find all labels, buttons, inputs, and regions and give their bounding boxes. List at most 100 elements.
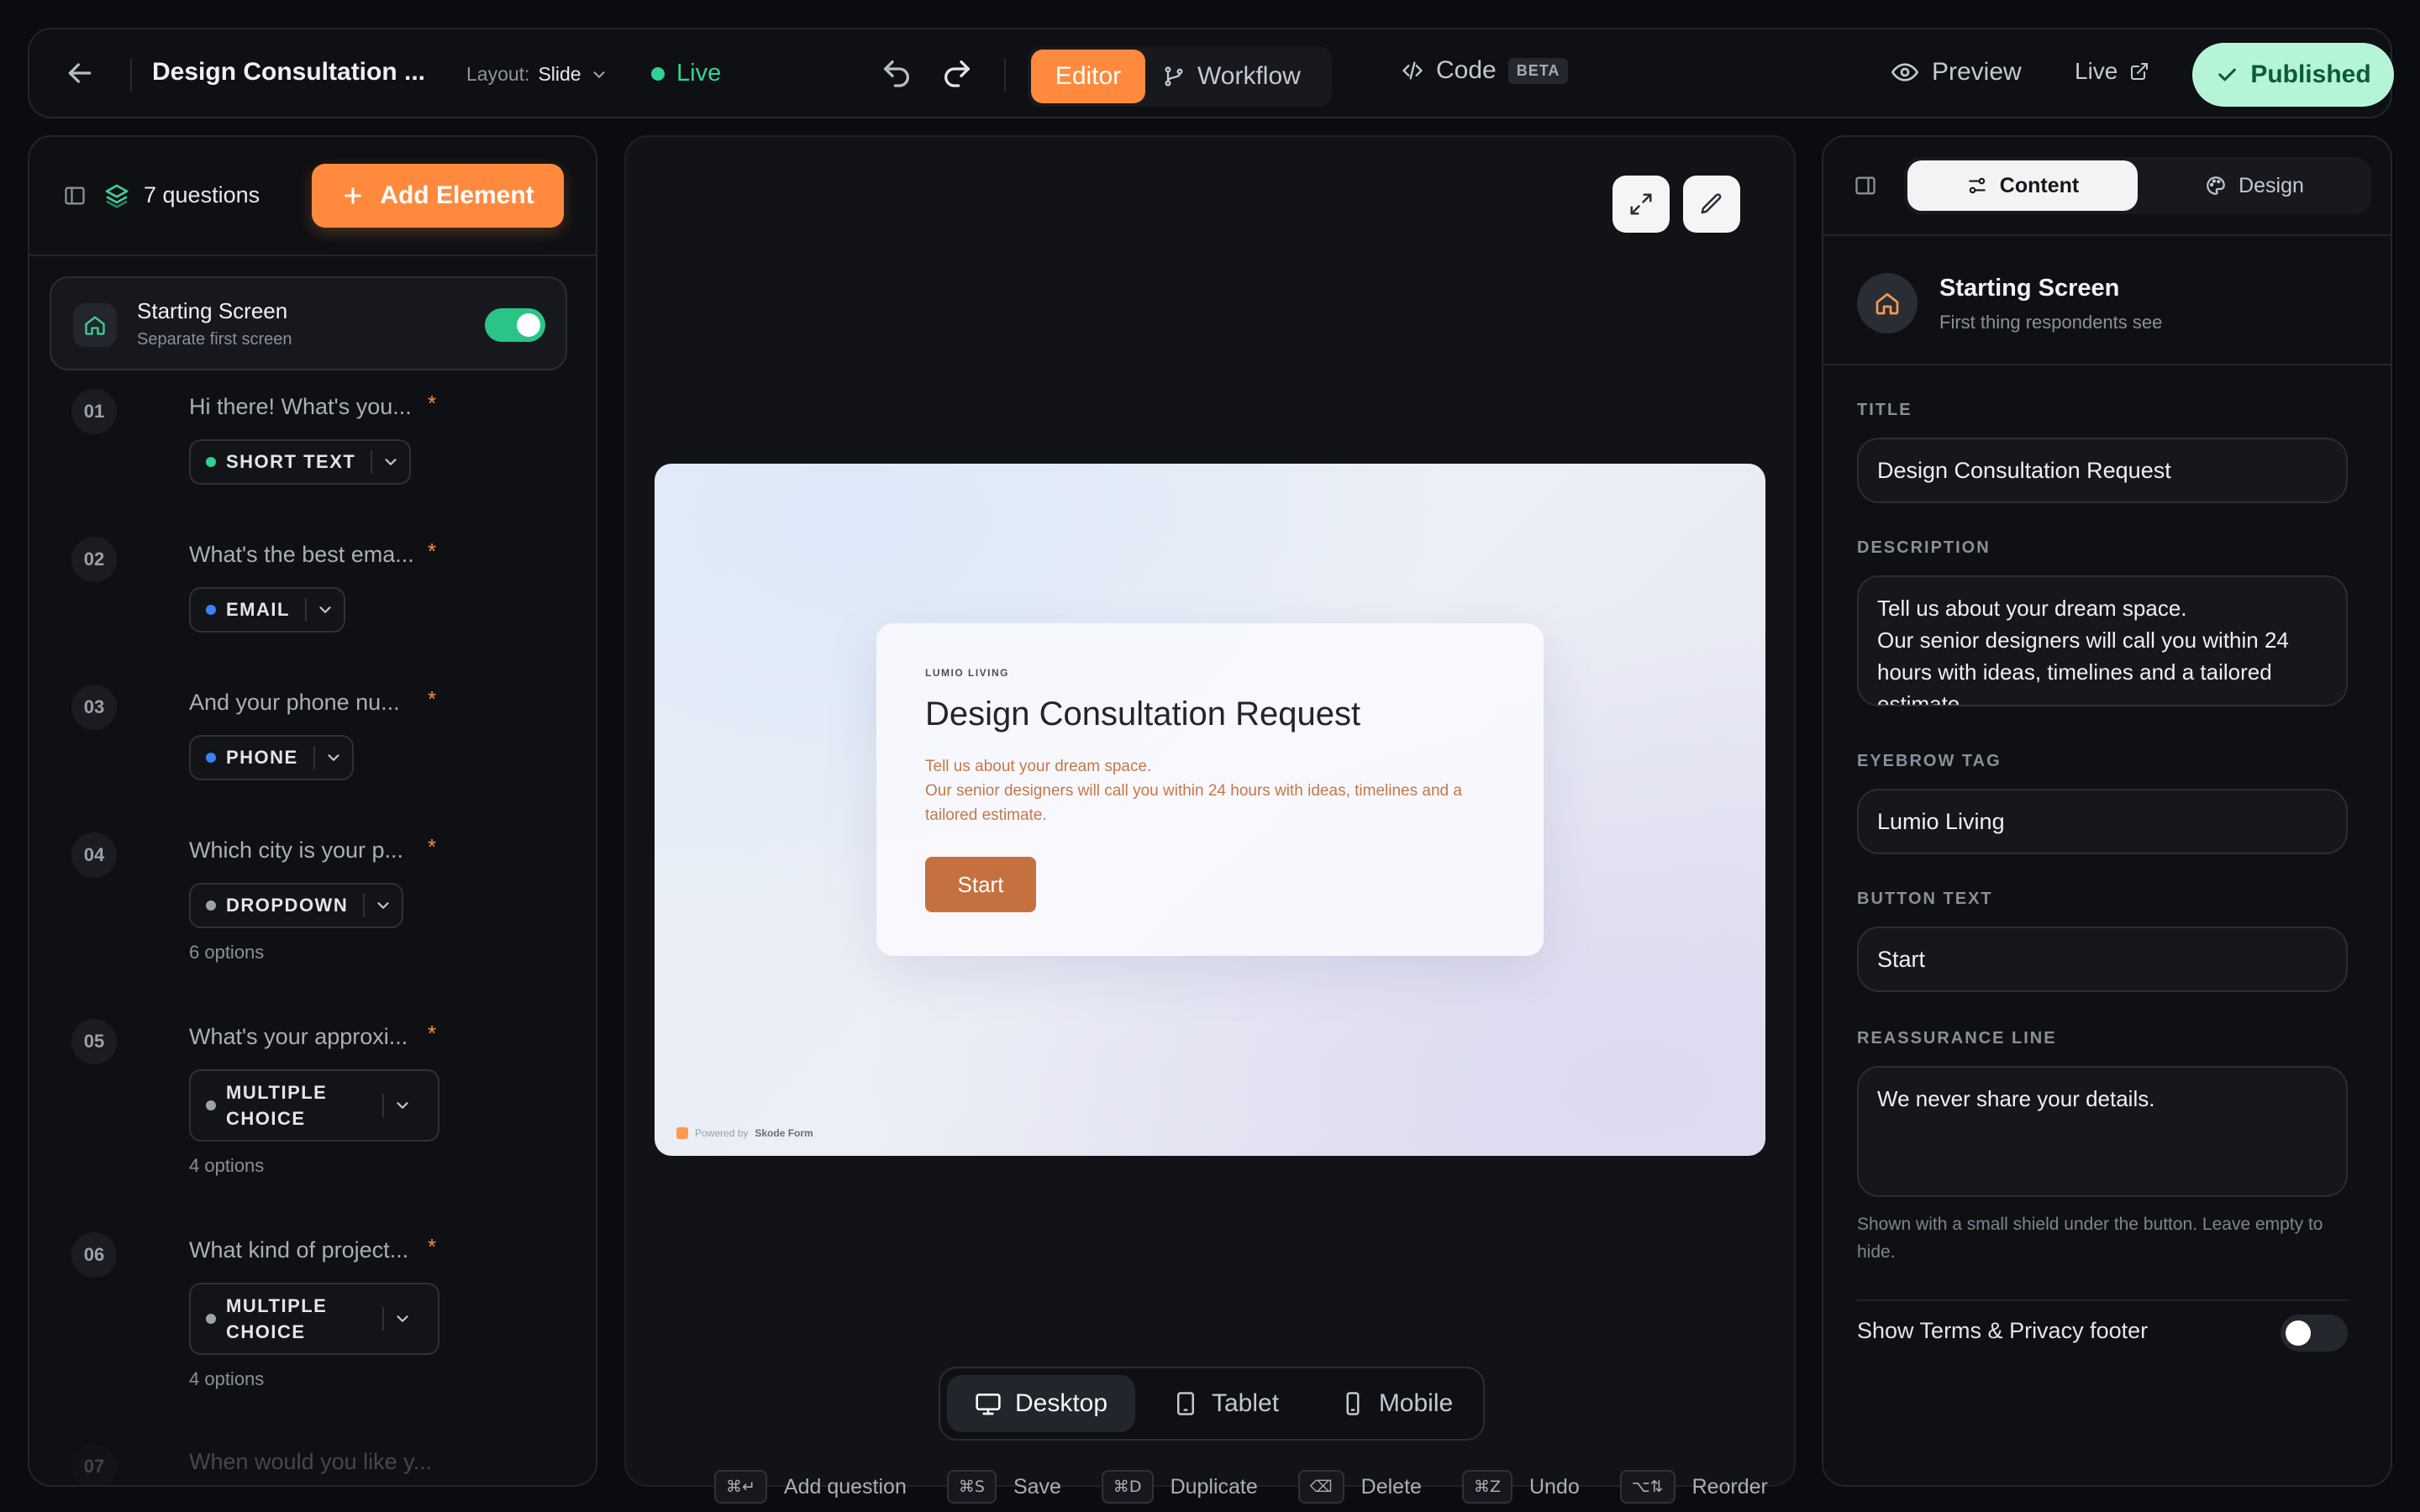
eyebrow-field[interactable]: Lumio Living <box>1857 789 2348 854</box>
device-tablet-label: Tablet <box>1211 1389 1280 1417</box>
reassurance-hint: Shown with a small shield under the butt… <box>1857 1215 2323 1262</box>
description-field[interactable]: Tell us about your dream space. Our seni… <box>1857 575 2348 706</box>
required-marker: * <box>428 538 437 564</box>
question-text: And your phone nu... <box>189 690 400 715</box>
phone-icon <box>1346 1392 1360 1415</box>
question-text: Hi there! What's you... <box>189 394 412 419</box>
inspector-tabs: Content Design <box>1904 157 2371 214</box>
starting-screen-card[interactable]: Starting Screen Separate first screen <box>50 276 567 370</box>
terms-toggle[interactable] <box>2281 1315 2348 1352</box>
redo-icon[interactable] <box>940 56 974 90</box>
question-number: 05 <box>71 1019 117 1064</box>
live-dot-icon <box>651 66 665 81</box>
starting-screen-subtitle: Separate first screen <box>137 330 292 349</box>
tab-content[interactable]: Content <box>1907 160 2138 211</box>
option-count: 6 options <box>189 942 265 963</box>
option-count: 4 options <box>189 1368 265 1389</box>
question-type: PHONE <box>226 747 298 768</box>
shortcut-item: ⌘S Save <box>946 1470 1061 1504</box>
preview-description: Tell us about your dream space. Our seni… <box>925 758 1462 824</box>
add-element-button[interactable]: Add Element <box>312 164 564 228</box>
powered-brand: Skode Form <box>755 1127 813 1139</box>
inspector-panel: Content Design Starting Screen First thi… <box>1822 135 2392 1487</box>
layout-selector[interactable]: Layout: Slide <box>466 63 608 86</box>
question-type-selector[interactable]: DROPDOWN <box>189 883 404 928</box>
undo-icon[interactable] <box>880 56 913 90</box>
shortcut-key: ⌫ <box>1297 1470 1344 1504</box>
question-number: 06 <box>71 1232 117 1278</box>
title-field[interactable]: Design Consultation Request <box>1857 438 2348 503</box>
top-bar: Design Consultation ... Layout: Slide Li… <box>28 28 2394 118</box>
sidebar-toggle-icon[interactable] <box>63 184 87 207</box>
beta-badge: BETA <box>1507 57 1569 84</box>
expand-icon[interactable] <box>1612 176 1670 233</box>
sidebar-header: 7 questions Add Element <box>29 137 596 256</box>
layers-icon <box>103 182 130 209</box>
device-tablet[interactable]: Tablet <box>1150 1375 1302 1432</box>
published-button[interactable]: Published <box>2192 43 2394 107</box>
title-label: TITLE <box>1857 401 1912 419</box>
tab-design[interactable]: Design <box>2141 160 2368 211</box>
divider <box>1857 1299 2348 1301</box>
mode-switcher: Editor Workflow <box>1028 46 1332 107</box>
preview-title: Design Consultation Request <box>925 696 1361 732</box>
description-label: DESCRIPTION <box>1857 538 1991 557</box>
question-number: 07 <box>71 1444 117 1485</box>
keyboard-shortcuts: ⌘↵ Add question ⌘S Save ⌘D Duplicate ⌫ Delet… <box>714 1468 1808 1505</box>
starting-screen-toggle[interactable] <box>485 308 545 342</box>
type-dot-icon <box>206 753 216 763</box>
layout-label: Layout: <box>466 63 530 85</box>
sliders-icon <box>1969 177 1986 194</box>
question-type: DROPDOWN <box>226 895 349 916</box>
eye-icon <box>1891 63 1918 81</box>
reassurance-field[interactable]: We never share your details. <box>1857 1066 2348 1197</box>
preview-button[interactable]: Preview <box>1891 58 2022 87</box>
preview-start-button[interactable]: Start <box>925 857 1036 912</box>
chevron-down-icon <box>593 71 605 78</box>
pencil-icon[interactable] <box>1683 176 1740 233</box>
device-desktop[interactable]: Desktop <box>947 1375 1135 1432</box>
option-count: 4 options <box>189 1155 265 1176</box>
shortcut-label: Add question <box>783 1474 907 1499</box>
monitor-icon <box>976 1394 1001 1415</box>
question-type-selector[interactable]: SHORT TEXT <box>189 439 412 485</box>
shortcut-item: ⌘D Duplicate <box>1101 1470 1258 1504</box>
question-type: MULTIPLE CHOICE <box>226 1295 328 1342</box>
form-title[interactable]: Design Consultation ... <box>152 58 425 87</box>
tab-editor[interactable]: Editor <box>1031 50 1145 103</box>
question-type-selector[interactable]: EMAIL <box>189 587 345 633</box>
chevron-down-icon <box>307 601 344 619</box>
tab-code[interactable]: Code BETA <box>1401 56 1569 85</box>
tab-code-label: Code <box>1436 56 1497 84</box>
tablet-icon <box>1176 1392 1194 1415</box>
shortcut-key: ⌘D <box>1101 1470 1154 1504</box>
tab-workflow[interactable]: Workflow <box>1162 50 1301 103</box>
type-dot-icon <box>206 1100 216 1110</box>
question-type-selector[interactable]: PHONE <box>189 735 354 780</box>
home-icon <box>1857 273 1918 333</box>
question-type-selector[interactable]: MULTIPLE CHOICE <box>189 1283 439 1355</box>
question-type-selector[interactable]: MULTIPLE CHOICE <box>189 1069 439 1142</box>
shortcut-key: ⌘S <box>946 1470 997 1504</box>
question-count: 7 questions <box>144 182 260 207</box>
required-marker: * <box>428 1021 437 1046</box>
device-mobile[interactable]: Mobile <box>1318 1375 1475 1432</box>
branch-icon <box>1165 66 1183 87</box>
powered-by: Powered by Skode Form <box>676 1127 813 1139</box>
divider <box>1823 364 2391 365</box>
tab-workflow-label: Workflow <box>1197 62 1301 90</box>
type-dot-icon <box>206 457 216 467</box>
shortcut-item: ⌘↵ Add question <box>714 1470 907 1504</box>
question-number: 01 <box>71 389 117 434</box>
brand-logo-icon <box>676 1127 688 1139</box>
question-type: MULTIPLE CHOICE <box>226 1082 328 1129</box>
question-text: What's the best ema... <box>189 542 414 567</box>
button-text-field[interactable]: Start <box>1857 927 2348 992</box>
live-link[interactable]: Live <box>2075 58 2149 85</box>
published-label: Published <box>2250 60 2371 88</box>
back-arrow-icon[interactable] <box>63 56 97 90</box>
type-dot-icon <box>206 605 216 615</box>
panel-toggle-icon[interactable] <box>1854 174 1877 197</box>
required-marker: * <box>428 1234 437 1259</box>
divider <box>1004 58 1006 92</box>
